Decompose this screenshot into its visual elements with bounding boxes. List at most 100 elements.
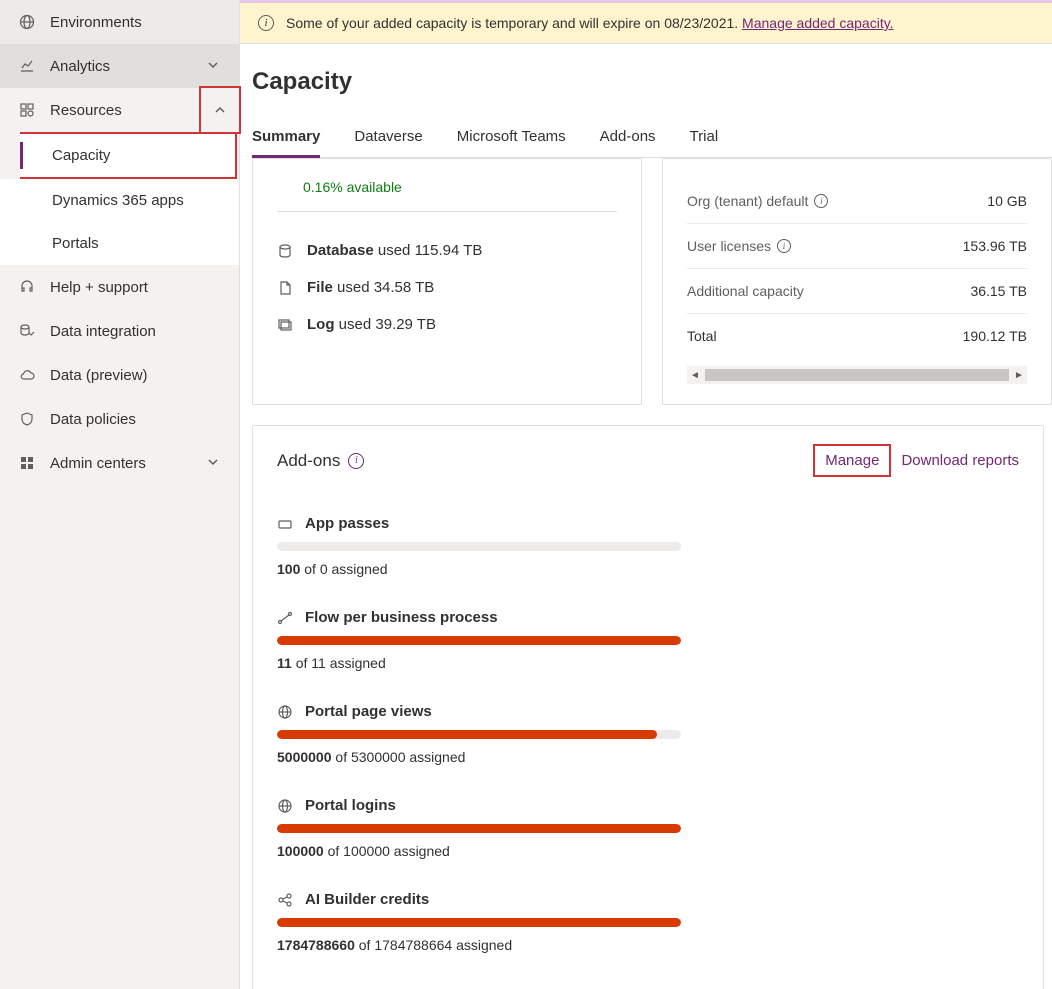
shield-icon <box>18 410 36 428</box>
file-icon <box>277 280 295 296</box>
sidebar-item-admin-centers[interactable]: Admin centers <box>0 441 239 485</box>
source-label: Org (tenant) default i <box>687 193 828 209</box>
sidebar-item-label: Data (preview) <box>50 367 221 384</box>
sidebar: Environments Analytics Resources Capacit… <box>0 0 240 989</box>
addons-list: App passes 100 of 0 assigned Flow per bu… <box>253 491 1043 989</box>
horizontal-scrollbar[interactable]: ◄ ► <box>687 366 1027 384</box>
addon-usage: 11 of 11 assigned <box>277 655 1019 671</box>
sidebar-item-capacity[interactable]: Capacity <box>20 132 237 179</box>
sidebar-item-label: Help + support <box>50 279 221 296</box>
summary-cards: 0.16% available Database used 115.94 TB … <box>252 158 1052 405</box>
usage-row-log: Log used 39.29 TB <box>277 306 617 343</box>
scroll-left-icon[interactable]: ◄ <box>687 370 703 381</box>
page-content: Capacity Summary Dataverse Microsoft Tea… <box>240 44 1052 989</box>
sidebar-item-help[interactable]: Help + support <box>0 265 239 309</box>
manage-capacity-link[interactable]: Manage added capacity. <box>742 15 894 31</box>
total-label: Total <box>687 328 717 344</box>
sidebar-item-data-integration[interactable]: Data integration <box>0 309 239 353</box>
progress-bar <box>277 542 681 551</box>
addon-item-flow: Flow per business process 11 of 11 assig… <box>277 595 1019 689</box>
usage-label: Log used 39.29 TB <box>307 316 436 333</box>
addons-header: Add-ons i Manage Download reports <box>253 426 1043 491</box>
sidebar-item-label: Data integration <box>50 323 221 340</box>
chart-icon <box>18 57 36 75</box>
sidebar-item-analytics[interactable]: Analytics <box>0 44 239 88</box>
sidebar-item-label: Dynamics 365 apps <box>52 192 221 209</box>
chevron-down-icon <box>207 59 221 73</box>
database-icon <box>277 243 295 259</box>
download-reports-link[interactable]: Download reports <box>901 452 1019 469</box>
sidebar-item-label: Resources <box>50 102 221 119</box>
globe-icon <box>277 704 295 720</box>
addon-item-portal-logins: Portal logins 100000 of 100000 assigned <box>277 783 1019 877</box>
sidebar-item-portals[interactable]: Portals <box>0 222 239 265</box>
addon-usage: 5000000 of 5300000 assigned <box>277 749 1019 765</box>
info-banner: i Some of your added capacity is tempora… <box>240 3 1052 44</box>
info-icon: i <box>258 15 274 31</box>
sidebar-item-label: Admin centers <box>50 455 193 472</box>
source-label: Additional capacity <box>687 283 804 299</box>
total-value: 190.12 TB <box>963 328 1027 344</box>
usage-card: 0.16% available Database used 115.94 TB … <box>252 158 642 405</box>
manage-link[interactable]: Manage <box>813 444 891 477</box>
addon-name: Flow per business process <box>305 609 498 626</box>
sidebar-item-environments[interactable]: Environments <box>0 0 239 44</box>
usage-row-file: File used 34.58 TB <box>277 269 617 306</box>
addon-head: App passes <box>277 515 1019 532</box>
progress-bar <box>277 918 681 927</box>
sidebar-item-data-preview[interactable]: Data (preview) <box>0 353 239 397</box>
sidebar-item-label: Environments <box>50 14 221 31</box>
sidebar-item-label: Analytics <box>50 58 193 75</box>
tab-trial[interactable]: Trial <box>690 128 719 157</box>
info-icon[interactable]: i <box>777 239 791 253</box>
highlight-box <box>199 86 241 134</box>
cloud-icon <box>18 366 36 384</box>
resources-icon <box>18 101 36 119</box>
addons-title: Add-ons <box>277 451 340 471</box>
info-icon[interactable]: i <box>348 453 364 469</box>
addon-head: Flow per business process <box>277 609 1019 626</box>
sidebar-item-dynamics365[interactable]: Dynamics 365 apps <box>0 179 239 222</box>
sidebar-item-resources[interactable]: Resources <box>0 88 239 132</box>
addon-usage: 100000 of 100000 assigned <box>277 843 1019 859</box>
scroll-right-icon[interactable]: ► <box>1011 370 1027 381</box>
addon-name: App passes <box>305 515 389 532</box>
table-row: Org (tenant) default i 10 GB <box>687 179 1027 224</box>
sources-card: Org (tenant) default i 10 GB User licens… <box>662 158 1052 405</box>
addon-name: AI Builder credits <box>305 891 429 908</box>
info-icon[interactable]: i <box>814 194 828 208</box>
tab-addons[interactable]: Add-ons <box>600 128 656 157</box>
tabs: Summary Dataverse Microsoft Teams Add-on… <box>252 128 1052 158</box>
table-row: User licenses i 153.96 TB <box>687 224 1027 269</box>
source-value: 10 GB <box>987 193 1027 209</box>
progress-bar <box>277 636 681 645</box>
sidebar-item-label: Capacity <box>52 147 217 164</box>
scroll-track[interactable] <box>705 369 1009 381</box>
addon-head: AI Builder credits <box>277 891 1019 908</box>
main-content: i Some of your added capacity is tempora… <box>240 0 1052 989</box>
tab-teams[interactable]: Microsoft Teams <box>457 128 566 157</box>
addon-item-portal-views: Portal page views 5000000 of 5300000 ass… <box>277 689 1019 783</box>
addons-actions: Manage Download reports <box>813 444 1019 477</box>
sidebar-item-data-policies[interactable]: Data policies <box>0 397 239 441</box>
app-passes-icon <box>277 516 295 532</box>
banner-text: Some of your added capacity is temporary… <box>286 15 894 31</box>
progress-bar <box>277 730 681 739</box>
flow-icon <box>277 610 295 626</box>
sidebar-item-label: Data policies <box>50 411 221 428</box>
tab-dataverse[interactable]: Dataverse <box>354 128 422 157</box>
addon-usage: 100 of 0 assigned <box>277 561 1019 577</box>
addon-usage: 1784788660 of 1784788664 assigned <box>277 937 1019 953</box>
addons-card: Add-ons i Manage Download reports App pa… <box>252 425 1044 989</box>
source-value: 153.96 TB <box>963 238 1027 254</box>
addon-item-ai-builder: AI Builder credits 1784788660 of 1784788… <box>277 877 1019 971</box>
source-label: User licenses i <box>687 238 791 254</box>
progress-bar <box>277 824 681 833</box>
addon-name: Portal page views <box>305 703 432 720</box>
page-title: Capacity <box>252 68 1052 128</box>
source-value: 36.15 TB <box>970 283 1027 299</box>
usage-row-database: Database used 115.94 TB <box>277 232 617 269</box>
sidebar-item-label: Portals <box>52 235 221 252</box>
globe-icon <box>18 13 36 31</box>
tab-summary[interactable]: Summary <box>252 128 320 157</box>
